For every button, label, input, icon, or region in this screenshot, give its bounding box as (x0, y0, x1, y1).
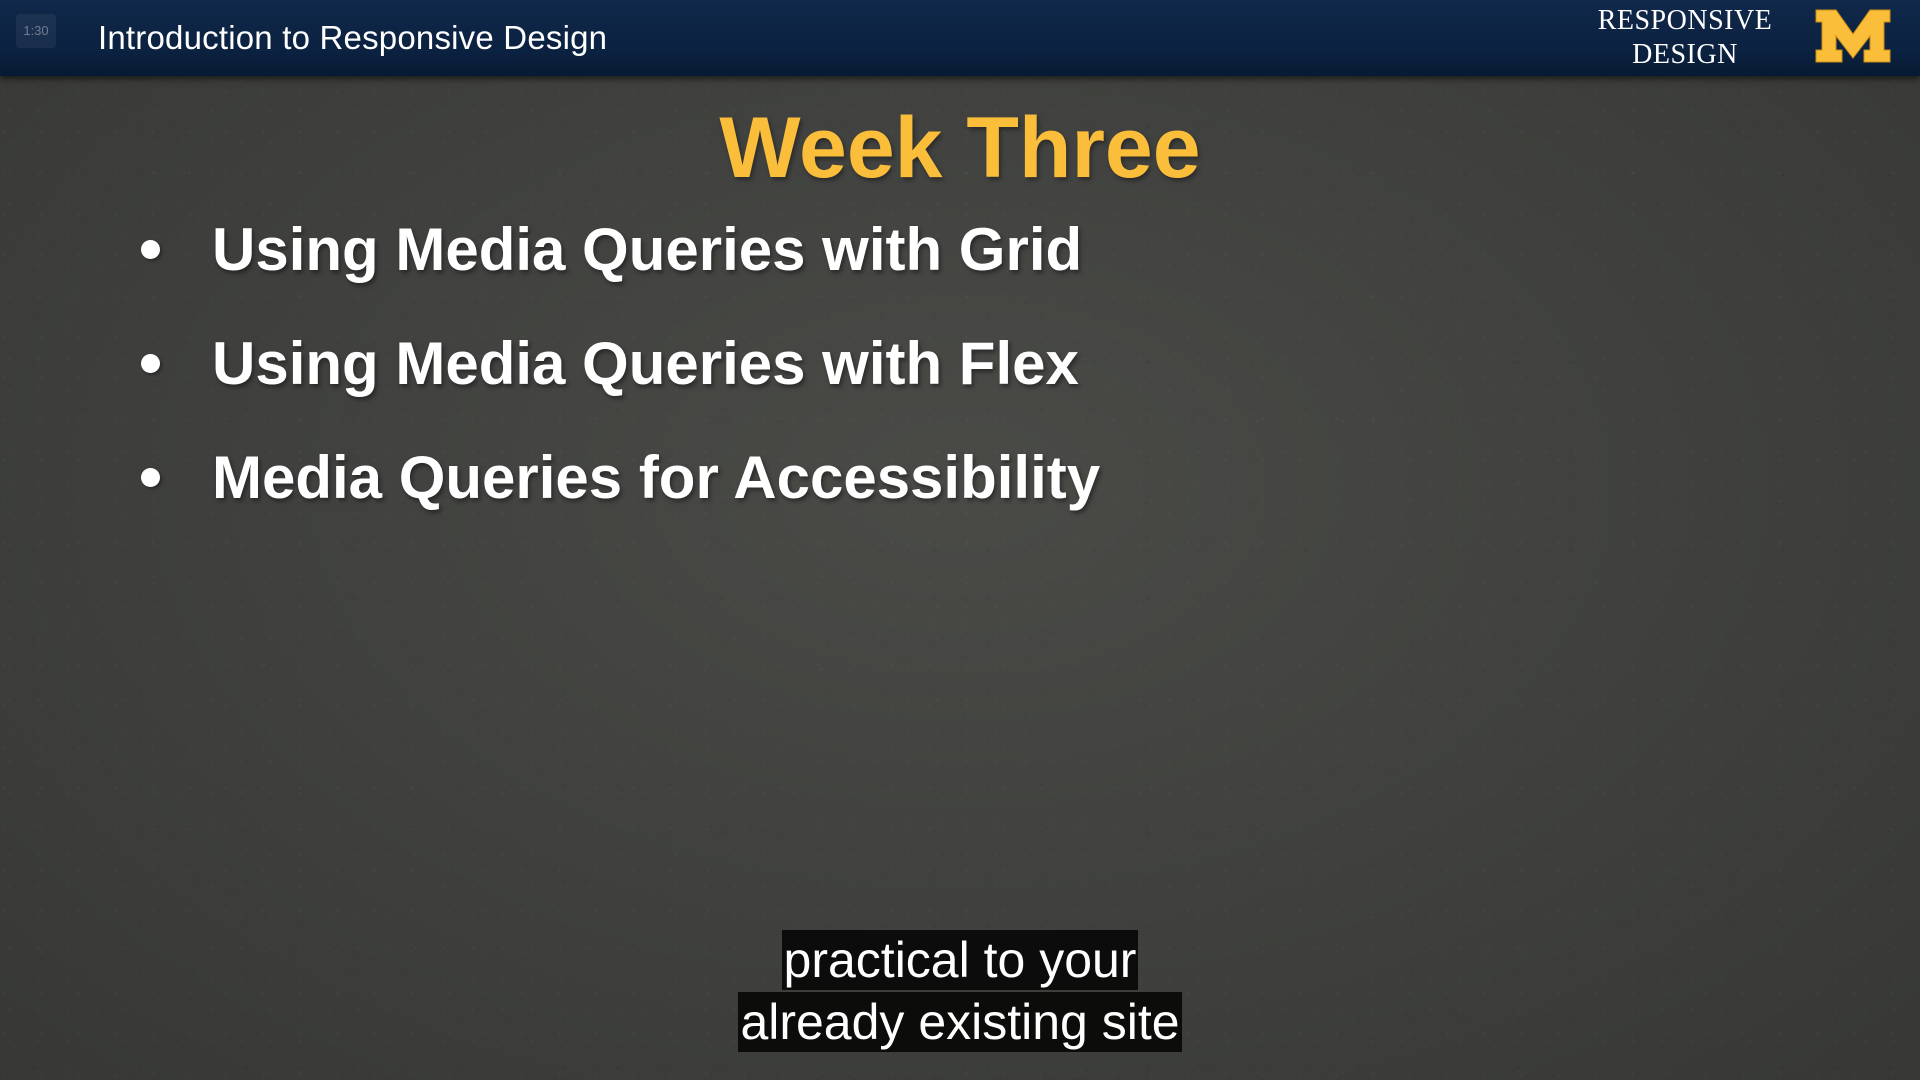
video-frame: 1:30 Introduction to Responsive Design R… (0, 0, 1920, 1080)
bullet-dot-icon (141, 468, 160, 487)
timestamp-badge: 1:30 (16, 14, 56, 48)
brand-line-1: RESPONSIVE (1597, 5, 1773, 36)
caption-line: practical to your (781, 930, 1139, 990)
block-m-logo-icon (1815, 9, 1891, 63)
slide-title: Week Three (719, 100, 1201, 196)
bullet-dot-icon (141, 354, 160, 373)
bullet-dot-icon (141, 240, 160, 259)
bullet-label: Using Media Queries with Flex (212, 330, 1079, 397)
brand-line-2: DESIGN (1632, 39, 1738, 70)
course-header-bar: 1:30 Introduction to Responsive Design R… (0, 0, 1920, 76)
brand-wordmark: RESPONSIVE DESIGN (1580, 4, 1790, 72)
caption-line: already existing site (738, 992, 1182, 1052)
bullet-label: Media Queries for Accessibility (212, 444, 1101, 511)
bullet-label: Using Media Queries with Grid (212, 216, 1083, 283)
closed-captions: practical to your already existing site (0, 930, 1920, 1054)
course-title: Introduction to Responsive Design (98, 19, 608, 56)
